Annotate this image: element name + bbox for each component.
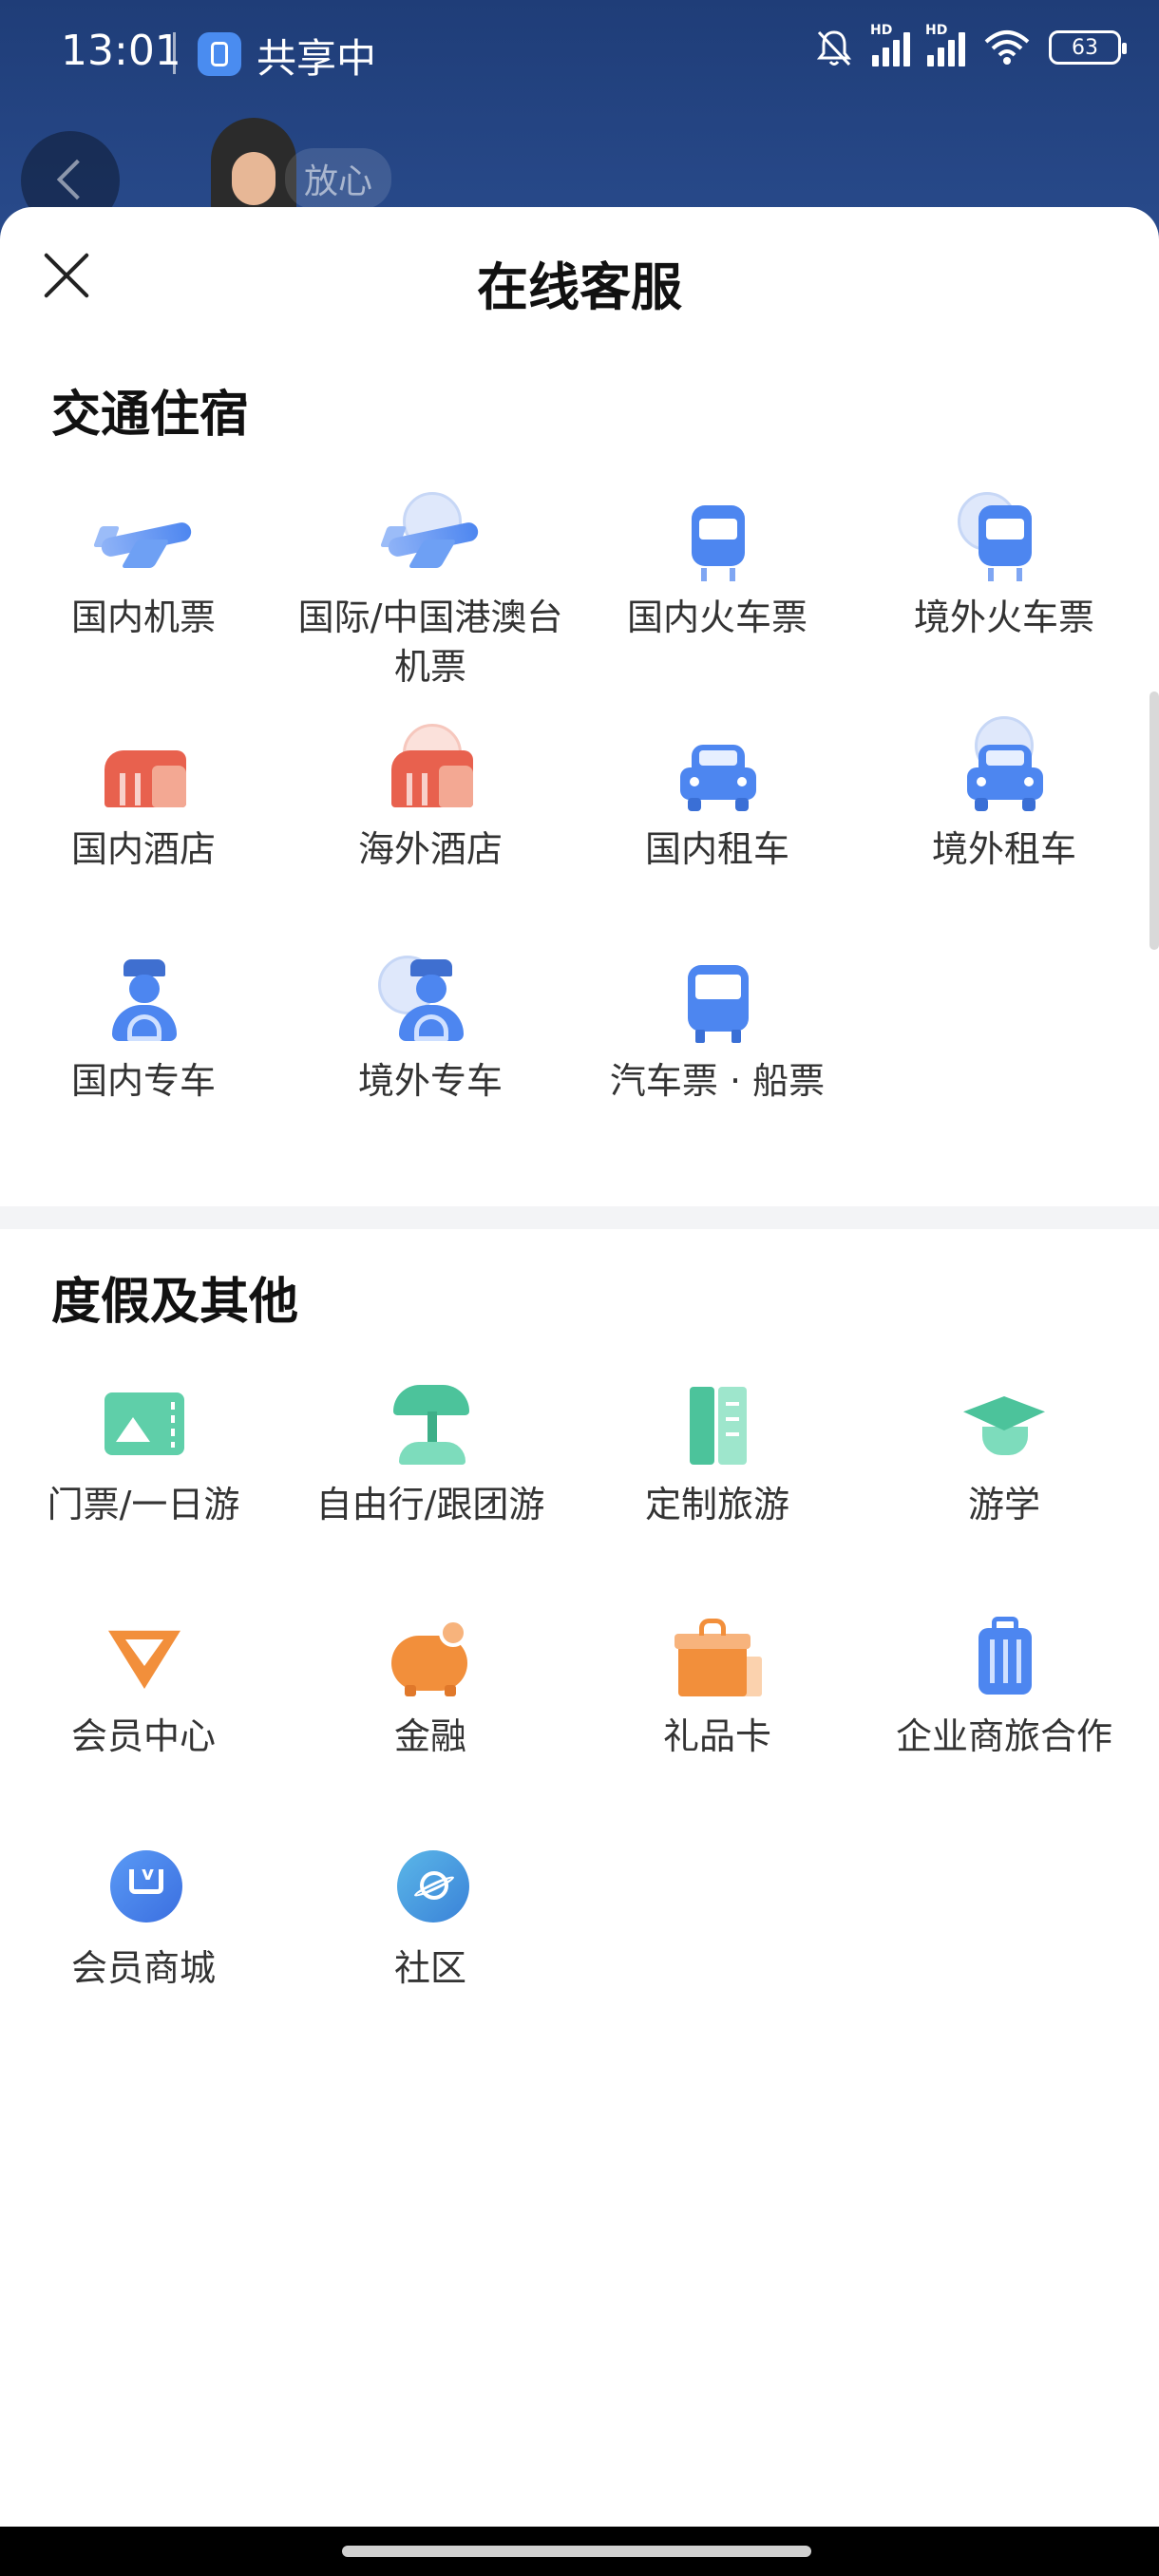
service-label: 国际/中国港澳台机票 bbox=[297, 597, 563, 688]
cell-signal-icon-2: HD bbox=[925, 23, 965, 66]
sheet-title: 在线客服 bbox=[477, 257, 682, 317]
service-item-international-flight[interactable]: 国际/中国港澳台机票 bbox=[287, 492, 574, 691]
luggage-icon bbox=[952, 1611, 1056, 1702]
hd-badge-2: HD bbox=[925, 23, 948, 38]
service-item-member-mall[interactable]: 会员商城 bbox=[0, 1843, 287, 1993]
overseas-driver-icon bbox=[378, 956, 483, 1047]
hd-badge: HD bbox=[870, 23, 893, 38]
gift-card-icon bbox=[665, 1611, 770, 1702]
service-item-tours[interactable]: 自由行/跟团游 bbox=[287, 1379, 574, 1529]
service-label: 游学 bbox=[967, 1484, 1040, 1525]
hotel-icon bbox=[91, 724, 196, 815]
service-label: 国内火车票 bbox=[626, 597, 808, 638]
service-item-domestic-flight[interactable]: 国内机票 bbox=[0, 492, 287, 642]
sharing-status: 共享中 bbox=[256, 35, 377, 82]
agent-tag: 放心 bbox=[285, 148, 392, 209]
driver-icon bbox=[91, 956, 196, 1047]
customer-service-sheet: 在线客服 交通住宿 国内机票 国际/中国港澳台机票 国内火车票 境外火车票 国内… bbox=[0, 207, 1159, 2525]
service-label: 国内专车 bbox=[70, 1060, 216, 1102]
planet-icon bbox=[378, 1843, 483, 1934]
bell-muted-icon bbox=[816, 30, 852, 66]
service-label: 国内租车 bbox=[644, 828, 789, 870]
service-label: 自由行/跟团游 bbox=[315, 1484, 545, 1525]
status-bar: 13:01 共享中 HD HD 63 bbox=[0, 0, 1159, 112]
section-title-transport: 交通住宿 bbox=[51, 387, 250, 444]
service-item-corporate-travel[interactable]: 企业商旅合作 bbox=[861, 1611, 1148, 1761]
service-item-overseas-car-rental[interactable]: 境外租车 bbox=[861, 716, 1148, 874]
service-label: 礼品卡 bbox=[662, 1715, 771, 1757]
service-label: 金融 bbox=[393, 1715, 466, 1757]
service-label: 会员商城 bbox=[70, 1947, 216, 1989]
service-item-community[interactable]: 社区 bbox=[287, 1843, 574, 1993]
service-item-domestic-train[interactable]: 国内火车票 bbox=[574, 492, 861, 642]
shopping-cart-icon bbox=[91, 1843, 196, 1934]
service-label: 会员中心 bbox=[70, 1715, 216, 1757]
wifi-icon bbox=[984, 30, 1030, 65]
battery-level: 63 bbox=[1072, 35, 1098, 60]
service-label: 国内机票 bbox=[70, 597, 216, 638]
cell-signal-icon: HD bbox=[870, 23, 910, 66]
custom-tour-icon bbox=[665, 1379, 770, 1470]
overseas-hotel-icon bbox=[378, 724, 483, 815]
service-item-gift-card[interactable]: 礼品卡 bbox=[574, 1611, 861, 1761]
service-label: 国内酒店 bbox=[70, 828, 216, 870]
palm-tree-icon bbox=[378, 1379, 483, 1470]
service-label: 企业商旅合作 bbox=[895, 1715, 1112, 1757]
ticket-icon bbox=[91, 1379, 196, 1470]
train-icon bbox=[665, 492, 770, 583]
service-item-domestic-hotel[interactable]: 国内酒店 bbox=[0, 724, 287, 874]
section-divider bbox=[0, 1206, 1159, 1229]
vip-icon bbox=[91, 1611, 196, 1702]
service-item-member-center[interactable]: 会员中心 bbox=[0, 1611, 287, 1761]
service-label: 境外专车 bbox=[357, 1060, 503, 1102]
service-item-domestic-car-rental[interactable]: 国内租车 bbox=[574, 724, 861, 874]
international-plane-icon bbox=[378, 492, 483, 583]
international-train-icon bbox=[952, 492, 1056, 583]
home-indicator[interactable] bbox=[342, 2546, 811, 2557]
status-separator bbox=[173, 32, 176, 74]
piggy-bank-icon bbox=[378, 1611, 483, 1702]
service-item-bus-ferry[interactable]: 汽车票 · 船票 bbox=[574, 956, 861, 1106]
service-label: 社区 bbox=[393, 1947, 466, 1989]
service-item-study-tour[interactable]: 游学 bbox=[861, 1379, 1148, 1529]
service-label: 境外租车 bbox=[931, 828, 1076, 870]
bus-icon bbox=[665, 956, 770, 1047]
screen-share-icon bbox=[198, 32, 241, 76]
service-item-finance[interactable]: 金融 bbox=[287, 1611, 574, 1761]
service-item-custom-tour[interactable]: 定制旅游 bbox=[574, 1379, 861, 1529]
overseas-car-icon bbox=[952, 716, 1056, 815]
service-item-domestic-private-car[interactable]: 国内专车 bbox=[0, 956, 287, 1106]
service-item-overseas-train[interactable]: 境外火车票 bbox=[861, 492, 1148, 642]
plane-icon bbox=[91, 492, 196, 583]
status-icons: HD HD 63 bbox=[813, 23, 1127, 68]
service-item-overseas-hotel[interactable]: 海外酒店 bbox=[287, 724, 574, 874]
service-item-tickets[interactable]: 门票/一日游 bbox=[0, 1379, 287, 1529]
service-label: 海外酒店 bbox=[357, 828, 503, 870]
service-item-overseas-private-car[interactable]: 境外专车 bbox=[287, 956, 574, 1106]
graduation-cap-icon bbox=[952, 1379, 1056, 1470]
car-icon bbox=[665, 724, 770, 815]
service-label: 境外火车票 bbox=[913, 597, 1094, 638]
service-label: 定制旅游 bbox=[644, 1484, 789, 1525]
section-title-vacation: 度假及其他 bbox=[51, 1274, 299, 1331]
status-time: 13:01 bbox=[61, 27, 181, 75]
service-label: 汽车票 · 船票 bbox=[609, 1060, 826, 1102]
service-label: 门票/一日游 bbox=[47, 1484, 240, 1525]
scrollbar-thumb[interactable] bbox=[1150, 691, 1159, 950]
battery-icon: 63 bbox=[1049, 30, 1127, 65]
